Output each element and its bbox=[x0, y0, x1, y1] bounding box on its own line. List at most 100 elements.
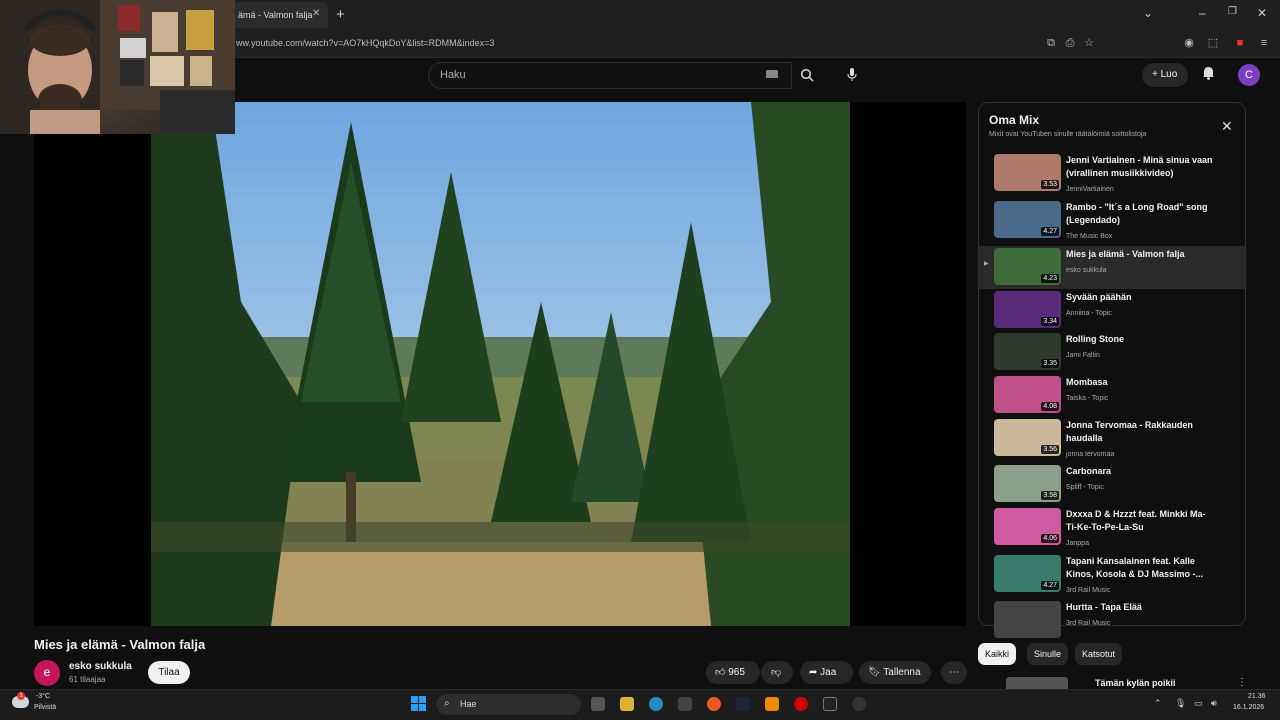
dislike-button[interactable]: 👎︎ bbox=[761, 661, 793, 684]
save-button[interactable]: 🔖︎ Tallenna bbox=[859, 661, 931, 684]
mix-item[interactable]: 4.08 Mombasa Taiska - Topic bbox=[979, 374, 1245, 417]
mix-item-thumbnail[interactable] bbox=[994, 601, 1061, 638]
opera-icon[interactable] bbox=[794, 697, 808, 711]
mix-item[interactable]: Hurtta - Tapa Elää 3rd Rail Music bbox=[979, 599, 1245, 642]
weather-description[interactable]: Pilvistä bbox=[34, 704, 56, 711]
screenshot-icon[interactable]: ⎙ bbox=[1063, 36, 1077, 50]
file-explorer-icon[interactable] bbox=[620, 697, 634, 711]
bookmark-star-icon[interactable]: ☆ bbox=[1082, 36, 1096, 50]
mix-item-thumbnail[interactable]: 3.34 bbox=[994, 291, 1061, 328]
like-button[interactable]: 👍︎ 965 bbox=[706, 661, 760, 684]
url-field[interactable]: ww.youtube.com/watch?v=AO7kHQqkDoY&list=… bbox=[236, 38, 494, 48]
video-title: Mies ja elämä - Valmon falja bbox=[34, 637, 206, 652]
maximize-icon[interactable]: ❐ bbox=[1228, 6, 1237, 17]
mix-item-title[interactable]: Syvään päähän bbox=[1066, 291, 1216, 304]
mix-item-thumbnail[interactable]: 4.23 bbox=[994, 248, 1061, 285]
network-icon[interactable]: ▭ bbox=[1194, 698, 1203, 709]
clock-date[interactable]: 16.1.2026 bbox=[1233, 704, 1264, 711]
mix-item-title[interactable]: Carbonara bbox=[1066, 465, 1216, 478]
mix-item[interactable]: 4.27 Rambo - "It´s a Long Road" song (Leg… bbox=[979, 199, 1245, 242]
mix-item-thumbnail[interactable]: 3.35 bbox=[994, 333, 1061, 370]
notifications-bell-icon[interactable] bbox=[1202, 66, 1215, 83]
mix-item[interactable]: 3.53 Jenni Vartiainen - Minä sinua vaan (… bbox=[979, 152, 1245, 195]
picture-in-picture-icon[interactable]: ⧉ bbox=[1044, 36, 1058, 50]
mix-item[interactable]: 3.58 Carbonara Spliff - Topic bbox=[979, 463, 1245, 506]
subscribe-button[interactable]: Tilaa bbox=[148, 661, 190, 684]
mix-item-thumbnail[interactable]: 3.53 bbox=[994, 154, 1061, 191]
terminal-icon[interactable] bbox=[823, 697, 837, 711]
chip-all[interactable]: Kaikki bbox=[978, 643, 1017, 665]
task-view-icon[interactable] bbox=[591, 697, 605, 711]
store-icon[interactable] bbox=[678, 697, 692, 711]
more-actions-button[interactable]: ⋯ bbox=[941, 661, 967, 684]
taskbar-search[interactable] bbox=[436, 694, 581, 715]
share-button[interactable]: ➦ Jaa bbox=[800, 661, 853, 684]
keyboard-icon[interactable] bbox=[766, 70, 778, 78]
mix-item-title[interactable]: Dxxxa D & Hzzzt feat. Minkki Ma-Ti-Ke-To… bbox=[1066, 508, 1216, 534]
more-vertical-icon[interactable]: ⋮ bbox=[1237, 677, 1247, 688]
mix-item[interactable]: 3.35 Rolling Stone Jami Faltin bbox=[979, 331, 1245, 374]
extensions-icon[interactable]: ⬚ bbox=[1206, 36, 1220, 50]
mix-item[interactable]: ▶ 4.23 Mies ja elämä - Valmon falja esko su… bbox=[979, 246, 1245, 289]
search-box[interactable] bbox=[428, 62, 792, 89]
mix-item[interactable]: 4.27 Tapani Kansalainen feat. Kalle Kinos… bbox=[979, 553, 1245, 596]
mix-item-thumbnail[interactable]: 3.56 bbox=[994, 419, 1061, 456]
search-icon[interactable] bbox=[792, 62, 822, 89]
channel-avatar[interactable]: e bbox=[34, 660, 60, 686]
firefox-icon[interactable] bbox=[707, 697, 721, 711]
microphone-tray-icon[interactable]: 🎙︎ bbox=[1175, 698, 1186, 709]
menu-icon[interactable]: ≡ bbox=[1257, 36, 1271, 50]
mix-item-title[interactable]: Mies ja elämä - Valmon falja bbox=[1066, 248, 1216, 261]
extension-badge-icon[interactable]: ■ bbox=[1233, 36, 1247, 50]
channel-name[interactable]: esko sukkula bbox=[69, 661, 132, 672]
mix-item-thumbnail[interactable]: 4.06 bbox=[994, 508, 1061, 545]
windows-start-icon[interactable] bbox=[411, 696, 427, 712]
mix-item-thumbnail[interactable]: 4.27 bbox=[994, 201, 1061, 238]
chip-watched[interactable]: Katsotut bbox=[1075, 643, 1123, 665]
mix-item-title[interactable]: Mombasa bbox=[1066, 376, 1216, 389]
new-tab-icon[interactable]: + bbox=[336, 6, 345, 23]
tab-close-icon[interactable]: ✕ bbox=[312, 8, 320, 19]
volume-icon[interactable]: 🔊︎ bbox=[1211, 698, 1217, 709]
chevron-up-icon[interactable]: ⌃ bbox=[1154, 698, 1162, 709]
mix-item[interactable]: 4.06 Dxxxa D & Hzzzt feat. Minkki Ma-Ti-K… bbox=[979, 506, 1245, 549]
mix-item-duration: 4.27 bbox=[1041, 581, 1059, 590]
user-avatar[interactable]: C bbox=[1238, 64, 1260, 86]
recommended-thumbnail[interactable] bbox=[1006, 677, 1068, 689]
thumbs-down-icon: 👎︎ bbox=[771, 667, 782, 678]
mix-item[interactable]: 3.34 Syvään päähän Anniina - Topic bbox=[979, 289, 1245, 332]
settings-gear-icon[interactable] bbox=[852, 697, 866, 711]
clock-time[interactable]: 21.36 bbox=[1248, 693, 1266, 700]
mix-item-title[interactable]: Rolling Stone bbox=[1066, 333, 1216, 346]
account-icon[interactable]: ◉ bbox=[1182, 36, 1196, 50]
tab-list-icon[interactable]: ⌄ bbox=[1143, 6, 1153, 20]
mix-item-title[interactable]: Rambo - "It´s a Long Road" song (Legenda… bbox=[1066, 201, 1216, 227]
mix-item-title[interactable]: Jonna Tervomaa - Rakkauden haudalla bbox=[1066, 419, 1216, 445]
close-icon[interactable]: ✕ bbox=[1221, 118, 1233, 135]
mix-item-duration: 3.53 bbox=[1041, 180, 1059, 189]
mix-item[interactable]: 3.56 Jonna Tervomaa - Rakkauden haudalla j… bbox=[979, 417, 1245, 460]
mix-item-duration: 3.58 bbox=[1041, 491, 1059, 500]
minimize-icon[interactable]: – bbox=[1199, 6, 1206, 20]
vlc-icon[interactable] bbox=[765, 697, 779, 711]
webcam-image bbox=[0, 0, 235, 134]
weather-temperature[interactable]: -3°C bbox=[36, 693, 50, 700]
search-input[interactable]: Haku bbox=[440, 69, 466, 81]
mix-item-title[interactable]: Hurtta - Tapa Elää bbox=[1066, 601, 1216, 614]
like-count: 965 bbox=[728, 667, 745, 678]
mix-item-thumbnail[interactable]: 4.27 bbox=[994, 555, 1061, 592]
mix-item-title[interactable]: Jenni Vartiainen - Minä sinua vaan (vira… bbox=[1066, 154, 1216, 180]
chip-for-you[interactable]: Sinulle bbox=[1027, 643, 1069, 665]
create-button[interactable]: + Luo bbox=[1142, 63, 1188, 87]
microphone-icon[interactable] bbox=[842, 65, 862, 85]
taskbar-search-input[interactable]: Hae bbox=[460, 699, 477, 709]
mix-item-thumbnail[interactable]: 4.08 bbox=[994, 376, 1061, 413]
steam-icon[interactable] bbox=[736, 697, 750, 711]
edge-icon[interactable] bbox=[649, 697, 663, 711]
mix-item-title[interactable]: Tapani Kansalainen feat. Kalle Kinos, Ko… bbox=[1066, 555, 1216, 581]
search-icon: ⌕ bbox=[444, 698, 450, 709]
mix-item-thumbnail[interactable]: 3.58 bbox=[994, 465, 1061, 502]
window-close-icon[interactable]: ✕ bbox=[1257, 6, 1267, 20]
recommended-title[interactable]: Tämän kylän poikii bbox=[1095, 678, 1176, 688]
video-frame[interactable] bbox=[151, 102, 850, 626]
